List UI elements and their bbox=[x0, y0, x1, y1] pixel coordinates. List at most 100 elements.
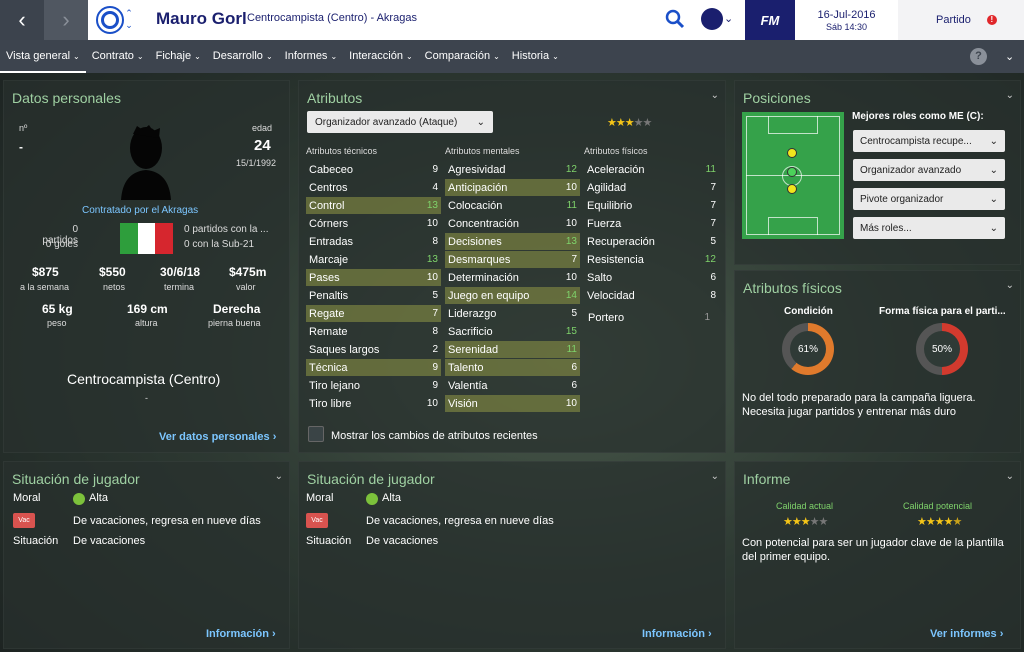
attribute-row[interactable]: Saques largos 2 bbox=[306, 341, 441, 358]
attribute-row[interactable]: Anticipación 10 bbox=[445, 179, 580, 196]
attribute-row[interactable]: Decisiones 13 bbox=[445, 233, 580, 250]
club-crest-icon[interactable] bbox=[96, 6, 124, 34]
attribute-row[interactable]: Remate 8 bbox=[306, 323, 441, 340]
fm-logo[interactable]: FM bbox=[745, 0, 795, 40]
attribute-value: 4 bbox=[432, 182, 438, 193]
attribute-value: 10 bbox=[565, 218, 577, 229]
attribute-name: Agresividad bbox=[448, 163, 506, 176]
attribute-row[interactable]: Valentía 6 bbox=[445, 377, 580, 394]
tab-desarrollo[interactable]: Desarrollo ⌄ bbox=[207, 40, 279, 73]
attribute-value: 11 bbox=[566, 200, 577, 211]
contract-end-value: 30/6/18 bbox=[160, 265, 201, 279]
attribute-row[interactable]: Marcaje 13 bbox=[306, 251, 441, 268]
attribute-value: 7 bbox=[571, 254, 577, 265]
attribute-row[interactable]: Liderazgo 5 bbox=[445, 305, 580, 322]
attribute-row[interactable]: Visión 10 bbox=[445, 395, 580, 412]
chevron-down-icon[interactable]: ⌄ bbox=[711, 471, 719, 482]
attribute-value: 12 bbox=[704, 254, 716, 265]
attribute-row[interactable]: Determinación 10 bbox=[445, 269, 580, 286]
attribute-row[interactable]: Control 13 bbox=[306, 197, 441, 214]
help-icon[interactable]: ? bbox=[970, 48, 987, 65]
condition-gauge: 61% bbox=[782, 323, 834, 375]
link-label: Información bbox=[206, 628, 269, 640]
goals-stat: 0 goles bbox=[45, 239, 78, 250]
attribute-row[interactable]: Serenidad 11 bbox=[445, 341, 580, 358]
attribute-row[interactable]: Salto 6 bbox=[584, 269, 719, 286]
player-subtitle[interactable]: Centrocampista (Centro) - Akragas bbox=[247, 12, 417, 24]
condition-value: 61% bbox=[790, 331, 826, 367]
star-icon: ★★★★ bbox=[917, 516, 953, 528]
attribute-row[interactable]: Tiro lejano 9 bbox=[306, 377, 441, 394]
attribute-row[interactable]: Sacrificio 15 bbox=[445, 323, 580, 340]
link-label: Ver datos personales bbox=[159, 431, 270, 443]
attribute-row[interactable]: Entradas 8 bbox=[306, 233, 441, 250]
attribute-row[interactable]: Cabeceo 9 bbox=[306, 161, 441, 178]
back-button[interactable]: ‹ bbox=[0, 0, 44, 40]
chevron-down-icon[interactable]: ⌄ bbox=[1006, 471, 1014, 482]
tab-contrato[interactable]: Contrato ⌄ bbox=[86, 40, 150, 73]
tab-informes[interactable]: Informes ⌄ bbox=[279, 40, 344, 73]
attribute-row[interactable]: Velocidad 8 bbox=[584, 287, 719, 304]
attribute-row[interactable]: Desmarques 7 bbox=[445, 251, 580, 268]
chevron-down-icon[interactable]: ⌄ bbox=[1005, 50, 1014, 63]
attribute-row[interactable]: Equilibrio 7 bbox=[584, 197, 719, 214]
tab-vista-general[interactable]: Vista general ⌄ bbox=[0, 40, 86, 73]
attribute-row[interactable]: Penaltis 5 bbox=[306, 287, 441, 304]
globe-icon[interactable] bbox=[701, 8, 723, 30]
tab-interaccion[interactable]: Interacción ⌄ bbox=[343, 40, 419, 73]
attribute-row[interactable]: Pases 10 bbox=[306, 269, 441, 286]
panel-title: Atributos bbox=[307, 90, 363, 106]
attribute-row[interactable]: Agresividad 12 bbox=[445, 161, 580, 178]
current-ability-stars: ★★★★★ bbox=[783, 515, 828, 528]
attribute-row[interactable]: Técnica 9 bbox=[306, 359, 441, 376]
chevron-down-icon: ⌄ bbox=[405, 52, 413, 61]
tab-comparacion[interactable]: Comparación ⌄ bbox=[419, 40, 506, 73]
tab-historia[interactable]: Historia ⌄ bbox=[506, 40, 565, 73]
chevron-down-icon[interactable]: ⌄ bbox=[711, 90, 719, 101]
attribute-row[interactable]: Fuerza 7 bbox=[584, 215, 719, 232]
show-changes-checkbox[interactable] bbox=[308, 426, 324, 442]
attribute-row[interactable]: Juego en equipo 14 bbox=[445, 287, 580, 304]
attribute-row[interactable]: Córners 10 bbox=[306, 215, 441, 232]
chevron-down-icon[interactable]: ⌄ bbox=[1006, 90, 1014, 101]
role-button[interactable]: Organizador avanzado ⌄ bbox=[853, 159, 1005, 181]
role-button[interactable]: Pivote organizador ⌄ bbox=[853, 188, 1005, 210]
attribute-row[interactable]: Aceleración 11 bbox=[584, 161, 719, 178]
role-dropdown[interactable]: Organizador avanzado (Ataque) ⌄ bbox=[307, 111, 493, 133]
role-button[interactable]: Centrocampista recupe... ⌄ bbox=[853, 130, 1005, 152]
role-dropdown-label: Organizador avanzado (Ataque) bbox=[315, 116, 458, 128]
contract-link[interactable]: Contratado por el Akragas bbox=[82, 205, 198, 216]
chevron-down-icon[interactable]: ⌄ bbox=[724, 12, 733, 25]
attribute-row[interactable]: Regate 7 bbox=[306, 305, 441, 322]
tab-fichaje[interactable]: Fichaje ⌄ bbox=[150, 40, 207, 73]
morale-label: Moral bbox=[13, 492, 41, 504]
attribute-row[interactable]: Tiro libre 10 bbox=[306, 395, 441, 412]
date-box[interactable]: 16-Jul-2016 Sáb 14:30 bbox=[795, 0, 898, 40]
more-roles-button[interactable]: Más roles... ⌄ bbox=[853, 217, 1005, 239]
chevron-down-icon[interactable]: ⌄ bbox=[1006, 280, 1014, 291]
match-button[interactable]: Partido! bbox=[898, 0, 1024, 40]
attribute-name: Talento bbox=[448, 361, 484, 374]
attribute-row[interactable]: Resistencia 12 bbox=[584, 251, 719, 268]
attribute-row[interactable]: Colocación 11 bbox=[445, 197, 580, 214]
attribute-row[interactable]: Recuperación 5 bbox=[584, 233, 719, 250]
personal-data-link[interactable]: Ver datos personales › bbox=[159, 431, 276, 443]
search-icon[interactable] bbox=[664, 8, 686, 30]
role-stars: ★★★★★ bbox=[607, 116, 652, 129]
information-link[interactable]: Información › bbox=[642, 628, 712, 640]
attribute-row[interactable]: Concentración 10 bbox=[445, 215, 580, 232]
fitness-panel: Atributos físicos ⌄ bbox=[734, 270, 1021, 453]
chevron-down-icon[interactable]: ⌄ bbox=[275, 471, 283, 482]
information-link[interactable]: Información › bbox=[206, 628, 276, 640]
forward-button[interactable]: › bbox=[44, 0, 88, 40]
attribute-row[interactable]: Agilidad 7 bbox=[584, 179, 719, 196]
attribute-row[interactable]: Portero 1 bbox=[585, 309, 713, 326]
attribute-row[interactable]: Centros 4 bbox=[306, 179, 441, 196]
best-roles-label: Mejores roles como ME (C): bbox=[852, 111, 984, 122]
view-reports-link[interactable]: Ver informes › bbox=[930, 628, 1003, 640]
chevron-down-icon: ⌄ bbox=[330, 52, 338, 61]
attribute-name: Juego en equipo bbox=[448, 289, 530, 302]
panel-title: Datos personales bbox=[12, 90, 121, 106]
sort-icon[interactable]: ⌃ ⌄ bbox=[124, 7, 134, 31]
attribute-row[interactable]: Talento 6 bbox=[445, 359, 580, 376]
